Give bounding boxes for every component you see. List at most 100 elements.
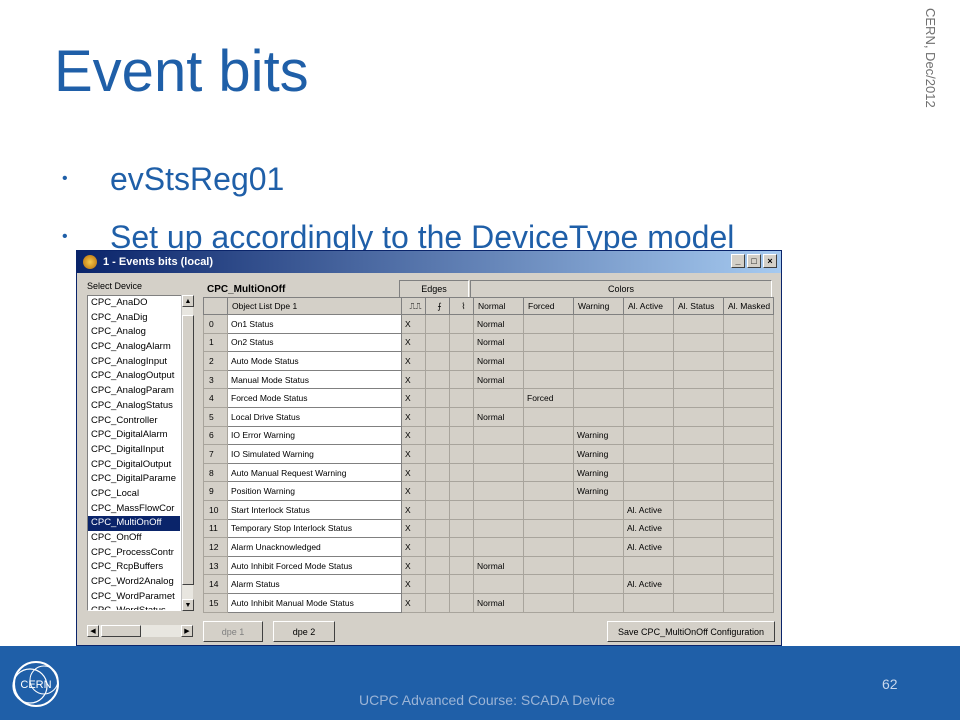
empty-cell[interactable] [425, 537, 450, 557]
table-row[interactable]: 8 Auto Manual Request Warning X Warning [203, 462, 774, 483]
table-row[interactable]: 12 Alarm Unacknowledged X Al. Active [203, 537, 774, 557]
empty-cell[interactable] [673, 518, 724, 539]
empty-cell[interactable] [449, 592, 474, 613]
edge-cell[interactable]: X [401, 444, 426, 464]
color-cell[interactable]: Al. Active [623, 574, 674, 594]
empty-cell[interactable] [673, 481, 724, 501]
color-cell[interactable]: Warning [573, 481, 624, 501]
empty-cell[interactable] [573, 332, 624, 353]
empty-cell[interactable] [673, 425, 724, 446]
scroll-up-icon[interactable]: ▲ [182, 295, 194, 307]
object-name-cell[interactable]: Start Interlock Status [227, 499, 402, 520]
column-header[interactable]: Normal [473, 297, 524, 315]
empty-cell[interactable] [425, 518, 450, 539]
empty-cell[interactable] [449, 537, 474, 557]
empty-cell[interactable] [425, 369, 450, 390]
empty-cell[interactable] [449, 444, 474, 464]
device-list-item[interactable]: CPC_Analog [88, 325, 180, 340]
empty-cell[interactable] [449, 406, 474, 427]
empty-cell[interactable] [723, 574, 774, 594]
column-header[interactable]: ⎍⎍ [401, 297, 426, 315]
table-row[interactable]: 5 Local Drive Status X Normal [203, 406, 774, 427]
empty-cell[interactable] [623, 425, 674, 446]
empty-cell[interactable] [573, 351, 624, 371]
empty-cell[interactable] [623, 369, 674, 390]
empty-cell[interactable] [573, 574, 624, 594]
table-row[interactable]: 4 Forced Mode Status X Forced [203, 388, 774, 408]
close-button[interactable]: × [763, 254, 777, 268]
device-list-item[interactable]: CPC_AnalogAlarm [88, 340, 180, 355]
edge-cell[interactable]: X [401, 314, 426, 334]
device-list-item[interactable]: CPC_ProcessContr [88, 546, 180, 561]
empty-cell[interactable] [623, 462, 674, 483]
device-list-item[interactable]: CPC_WordParamet [88, 590, 180, 605]
empty-cell[interactable] [449, 351, 474, 371]
column-header[interactable]: ⨍ [425, 297, 450, 315]
column-header[interactable]: Forced [523, 297, 574, 315]
object-name-cell[interactable]: Auto Inhibit Forced Mode Status [227, 555, 402, 576]
table-row[interactable]: 1 On2 Status X Normal [203, 332, 774, 353]
empty-cell[interactable] [623, 314, 674, 334]
table-row[interactable]: 9 Position Warning X Warning [203, 481, 774, 501]
object-name-cell[interactable]: Forced Mode Status [227, 388, 402, 408]
edge-cell[interactable]: X [401, 406, 426, 427]
empty-cell[interactable] [673, 462, 724, 483]
empty-cell[interactable] [449, 518, 474, 539]
color-cell[interactable]: Warning [573, 462, 624, 483]
empty-cell[interactable] [723, 462, 774, 483]
empty-cell[interactable] [673, 314, 724, 334]
device-list-hscrollbar[interactable]: ◀ ▶ [87, 625, 193, 637]
empty-cell[interactable] [425, 351, 450, 371]
device-list-item[interactable]: CPC_WordStatus [88, 604, 180, 610]
column-header[interactable] [203, 297, 228, 315]
empty-cell[interactable] [623, 332, 674, 353]
empty-cell[interactable] [573, 555, 624, 576]
table-row[interactable]: 10 Start Interlock Status X Al. Active [203, 499, 774, 520]
edge-cell[interactable]: X [401, 518, 426, 539]
object-name-cell[interactable]: On2 Status [227, 332, 402, 353]
edge-cell[interactable]: X [401, 462, 426, 483]
empty-cell[interactable] [473, 481, 524, 501]
column-header[interactable]: Al. Masked [723, 297, 774, 315]
column-header[interactable]: Object List Dpe 1 [227, 297, 402, 315]
empty-cell[interactable] [623, 351, 674, 371]
empty-cell[interactable] [449, 332, 474, 353]
empty-cell[interactable] [425, 444, 450, 464]
empty-cell[interactable] [623, 406, 674, 427]
color-cell[interactable]: Warning [573, 444, 624, 464]
hscroll-thumb[interactable] [101, 625, 141, 637]
empty-cell[interactable] [523, 481, 574, 501]
color-cell[interactable]: Normal [473, 332, 524, 353]
device-list-item[interactable]: CPC_AnaDig [88, 311, 180, 326]
empty-cell[interactable] [723, 369, 774, 390]
scroll-down-icon[interactable]: ▼ [182, 599, 194, 611]
empty-cell[interactable] [673, 369, 724, 390]
empty-cell[interactable] [623, 388, 674, 408]
empty-cell[interactable] [449, 388, 474, 408]
table-row[interactable]: 0 On1 Status X Normal [203, 314, 774, 334]
scroll-thumb[interactable] [182, 315, 194, 585]
device-list-item[interactable]: CPC_Local [88, 487, 180, 502]
color-cell[interactable]: Al. Active [623, 518, 674, 539]
object-name-cell[interactable]: IO Simulated Warning [227, 444, 402, 464]
empty-cell[interactable] [473, 425, 524, 446]
object-name-cell[interactable]: Alarm Status [227, 574, 402, 594]
color-cell[interactable]: Normal [473, 369, 524, 390]
empty-cell[interactable] [473, 388, 524, 408]
empty-cell[interactable] [723, 592, 774, 613]
object-name-cell[interactable]: Temporary Stop Interlock Status [227, 518, 402, 539]
empty-cell[interactable] [523, 592, 574, 613]
empty-cell[interactable] [523, 314, 574, 334]
table-row[interactable]: 13 Auto Inhibit Forced Mode Status X Normal [203, 555, 774, 576]
object-name-cell[interactable]: Position Warning [227, 481, 402, 501]
edge-cell[interactable]: X [401, 332, 426, 353]
color-cell[interactable]: Normal [473, 592, 524, 613]
device-list-item[interactable]: CPC_DigitalParame [88, 472, 180, 487]
empty-cell[interactable] [473, 518, 524, 539]
empty-cell[interactable] [673, 351, 724, 371]
empty-cell[interactable] [673, 574, 724, 594]
empty-cell[interactable] [723, 555, 774, 576]
edge-cell[interactable]: X [401, 351, 426, 371]
empty-cell[interactable] [723, 388, 774, 408]
empty-cell[interactable] [425, 332, 450, 353]
